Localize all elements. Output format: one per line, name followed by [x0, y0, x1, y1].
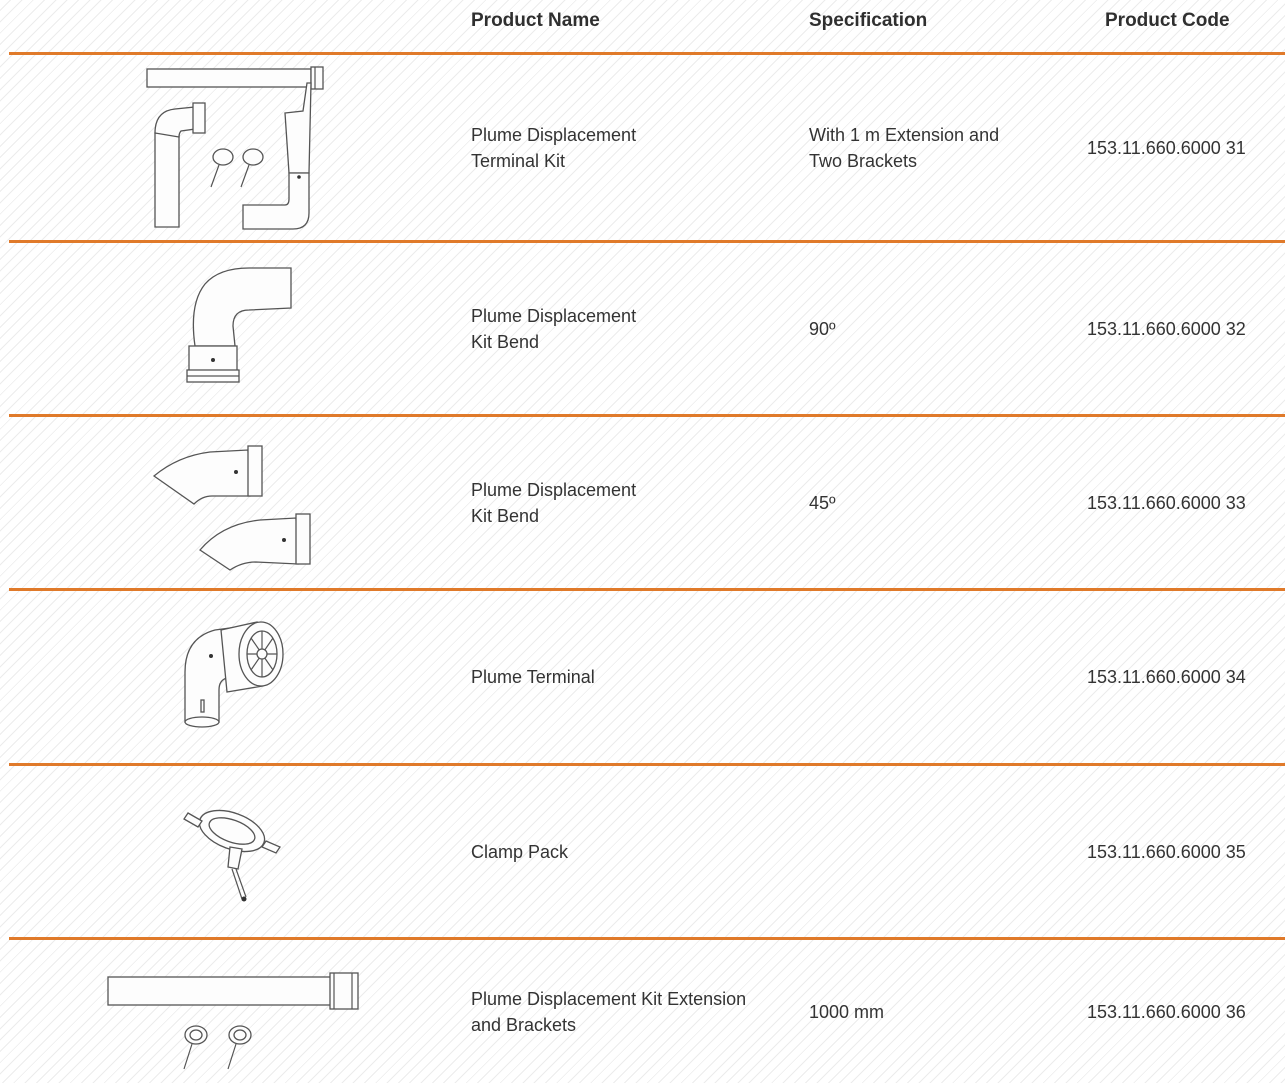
column-header-product-name: Product Name — [471, 10, 600, 31]
product-code: 153.11.660.6000 35 — [1087, 841, 1246, 862]
product-code: 153.11.660.6000 32 — [1087, 318, 1246, 339]
product-name: Plume Displacement Kit Bend — [471, 479, 637, 526]
product-specification: 45º — [809, 492, 836, 513]
product-name: Plume Terminal — [471, 667, 595, 687]
product-specification: 90º — [809, 318, 836, 339]
product-specification: With 1 m Extension and Two Brackets — [809, 124, 1000, 171]
table-header: Product Name Specification Product Code — [0, 0, 1285, 52]
product-code: 153.11.660.6000 33 — [1087, 492, 1246, 513]
extension-brackets-icon — [100, 940, 370, 1083]
table-row: Plume Displacement Terminal Kit With 1 m… — [0, 55, 1285, 240]
product-name: Plume Displacement Kit Bend — [471, 305, 637, 352]
plume-terminal-icon — [100, 591, 370, 763]
product-name: Plume Displacement Kit Extension and Bra… — [471, 988, 747, 1035]
table-row: Plume Displacement Kit Extension and Bra… — [0, 940, 1285, 1083]
product-specification: 1000 mm — [809, 1001, 885, 1022]
product-name: Clamp Pack — [471, 841, 569, 862]
product-code: 153.11.660.6000 34 — [1087, 667, 1246, 687]
bend-90-icon — [100, 243, 370, 414]
column-header-product-code: Product Code — [1105, 10, 1230, 31]
table-row: Plume Terminal 153.11.660.6000 34 — [0, 591, 1285, 763]
table-row: Plume Displacement Kit Bend 45º 153.11.6… — [0, 417, 1285, 588]
product-code: 153.11.660.6000 36 — [1087, 1001, 1246, 1022]
terminal-kit-icon — [100, 55, 370, 240]
column-header-specification: Specification — [809, 10, 928, 31]
bend-45-icon — [100, 417, 370, 588]
product-code: 153.11.660.6000 31 — [1087, 137, 1246, 158]
clamp-icon — [100, 766, 370, 937]
table-row: Clamp Pack 153.11.660.6000 35 — [0, 766, 1285, 937]
product-name: Plume Displacement Terminal Kit — [471, 124, 637, 171]
table-row: Plume Displacement Kit Bend 90º 153.11.6… — [0, 243, 1285, 414]
